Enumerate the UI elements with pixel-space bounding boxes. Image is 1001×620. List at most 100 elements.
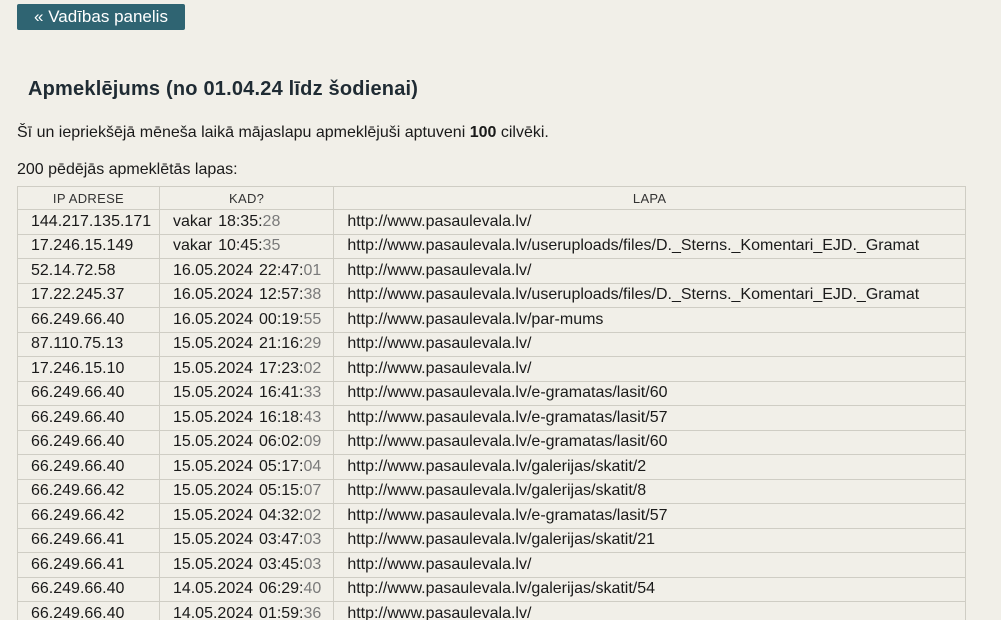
row-page-url: http://www.pasaulevala.lv/galerijas/skat… xyxy=(333,576,966,602)
visitor-summary-after: cilvēki. xyxy=(496,124,549,141)
row-time: 22:47: xyxy=(259,261,304,279)
row-date: 16.05.2024 xyxy=(172,286,254,304)
table-row: 66.249.66.42 15.05.2024 04:32:02 http://www… xyxy=(17,503,966,529)
row-time: 12:57: xyxy=(259,286,304,304)
table-row: 87.110.75.13 15.05.2024 21:16:29 http://www… xyxy=(17,331,966,357)
header-ip: IP ADRESE xyxy=(17,186,160,210)
row-ip: 66.249.66.40 xyxy=(17,429,160,455)
row-seconds: 33 xyxy=(303,384,322,402)
row-when: 14.05.2024 01:59:36 xyxy=(158,601,335,620)
visits-table: IP ADRESE KAD? LAPA 144.217.135.171 vakar… xyxy=(17,186,966,620)
header-when: KAD? xyxy=(158,186,335,210)
row-ip: 66.249.66.41 xyxy=(17,552,160,578)
row-when: 16.05.2024 00:19:55 xyxy=(158,307,335,333)
header-page: LAPA xyxy=(333,186,966,210)
row-ip: 66.249.66.40 xyxy=(17,307,160,333)
row-page-url: http://www.pasaulevala.lv/ xyxy=(333,258,966,284)
row-seconds: 35 xyxy=(262,237,281,255)
row-when: 15.05.2024 06:02:09 xyxy=(158,429,335,455)
table-row: 17.246.15.10 15.05.2024 17:23:02 http://www… xyxy=(17,356,966,382)
row-when: 15.05.2024 03:45:03 xyxy=(158,552,335,578)
row-page-url: http://www.pasaulevala.lv/e-gramatas/las… xyxy=(333,429,966,455)
row-date: 15.05.2024 xyxy=(172,408,254,426)
row-page-url: http://www.pasaulevala.lv/ xyxy=(333,601,966,620)
row-page-url: http://www.pasaulevala.lv/ xyxy=(333,356,966,382)
row-time: 05:17: xyxy=(259,457,304,475)
row-date: 15.05.2024 xyxy=(172,384,254,402)
row-when: 15.05.2024 16:41:33 xyxy=(158,380,335,406)
row-seconds: 03 xyxy=(303,555,322,573)
table-header-row: IP ADRESE KAD? LAPA xyxy=(17,186,966,210)
row-date: 16.05.2024 xyxy=(172,261,254,279)
row-when: 15.05.2024 03:47:03 xyxy=(158,527,335,553)
row-page-url: http://www.pasaulevala.lv/galerijas/skat… xyxy=(333,527,966,553)
row-page-url: http://www.pasaulevala.lv/galerijas/skat… xyxy=(333,478,966,504)
row-date: 14.05.2024 xyxy=(172,580,254,598)
row-seconds: 01 xyxy=(303,261,322,279)
row-page-url: http://www.pasaulevala.lv/e-gramatas/las… xyxy=(333,503,966,529)
row-page-url: http://www.pasaulevala.lv/useruploads/fi… xyxy=(333,233,966,259)
row-ip: 144.217.135.171 xyxy=(17,209,160,235)
visitor-summary-before: Šī un iepriekšējā mēneša laikā mājaslapu… xyxy=(17,124,470,141)
table-row: 144.217.135.171 vakar 18:35:28 http://www.p… xyxy=(17,209,966,235)
row-seconds: 28 xyxy=(262,212,281,230)
row-time: 06:29: xyxy=(259,580,304,598)
table-row: 66.249.66.40 14.05.2024 01:59:36 http://www… xyxy=(17,601,966,620)
row-seconds: 07 xyxy=(303,482,322,500)
row-time: 01:59: xyxy=(259,604,304,620)
table-row: 66.249.66.40 15.05.2024 05:17:04 http://www… xyxy=(17,454,966,480)
row-ip: 66.249.66.42 xyxy=(17,478,160,504)
row-time: 05:15: xyxy=(259,482,304,500)
row-time: 03:45: xyxy=(259,555,304,573)
row-ip: 66.249.66.40 xyxy=(17,576,160,602)
row-date: vakar xyxy=(172,212,213,230)
table-row: 66.249.66.40 15.05.2024 16:41:33 http://www… xyxy=(17,380,966,406)
row-page-url: http://www.pasaulevala.lv/useruploads/fi… xyxy=(333,282,966,308)
row-time: 17:23: xyxy=(259,359,304,377)
row-ip: 66.249.66.42 xyxy=(17,503,160,529)
row-when: vakar 10:45:35 xyxy=(158,233,335,259)
row-ip: 66.249.66.41 xyxy=(17,527,160,553)
visitor-count: 100 xyxy=(469,124,497,141)
row-seconds: 43 xyxy=(303,408,322,426)
row-date: 16.05.2024 xyxy=(172,310,254,328)
table-row: 66.249.66.40 15.05.2024 16:18:43 http://www… xyxy=(17,405,966,431)
row-page-url: http://www.pasaulevala.lv/par-mums xyxy=(333,307,966,333)
row-seconds: 55 xyxy=(303,310,322,328)
row-when: 16.05.2024 22:47:01 xyxy=(158,258,335,284)
row-ip: 66.249.66.40 xyxy=(17,380,160,406)
row-ip: 17.22.245.37 xyxy=(17,282,160,308)
row-when: 15.05.2024 17:23:02 xyxy=(158,356,335,382)
row-time: 21:16: xyxy=(259,335,304,353)
row-ip: 17.246.15.149 xyxy=(17,233,160,259)
recent-pages-caption: 200 pēdējās apmeklētās lapas: xyxy=(17,161,238,178)
row-page-url: http://www.pasaulevala.lv/ xyxy=(333,331,966,357)
row-date: 15.05.2024 xyxy=(172,555,254,573)
row-when: vakar 18:35:28 xyxy=(158,209,335,235)
back-to-dashboard-button[interactable]: « Vadības panelis xyxy=(17,4,185,30)
row-time: 06:02: xyxy=(259,433,304,451)
table-row: 66.249.66.41 15.05.2024 03:45:03 http://www… xyxy=(17,552,966,578)
visits-table-container: IP ADRESE KAD? LAPA 144.217.135.171 vakar… xyxy=(17,186,966,620)
row-ip: 66.249.66.40 xyxy=(17,454,160,480)
row-page-url: http://www.pasaulevala.lv/ xyxy=(333,209,966,235)
row-time: 16:18: xyxy=(259,408,304,426)
row-date: 15.05.2024 xyxy=(172,457,254,475)
row-date: 15.05.2024 xyxy=(172,433,254,451)
row-date: 15.05.2024 xyxy=(172,359,254,377)
row-when: 15.05.2024 05:15:07 xyxy=(158,478,335,504)
row-page-url: http://www.pasaulevala.lv/ xyxy=(333,552,966,578)
row-seconds: 40 xyxy=(303,580,322,598)
row-date: 15.05.2024 xyxy=(172,482,254,500)
table-row: 52.14.72.58 16.05.2024 22:47:01 http://www.… xyxy=(17,258,966,284)
row-date: 15.05.2024 xyxy=(172,531,254,549)
row-page-url: http://www.pasaulevala.lv/e-gramatas/las… xyxy=(333,380,966,406)
row-when: 15.05.2024 04:32:02 xyxy=(158,503,335,529)
row-seconds: 02 xyxy=(303,359,322,377)
row-when: 14.05.2024 06:29:40 xyxy=(158,576,335,602)
row-seconds: 03 xyxy=(303,531,322,549)
row-time: 03:47: xyxy=(259,531,304,549)
row-ip: 66.249.66.40 xyxy=(17,601,160,620)
row-ip: 17.246.15.10 xyxy=(17,356,160,382)
row-date: 15.05.2024 xyxy=(172,506,254,524)
